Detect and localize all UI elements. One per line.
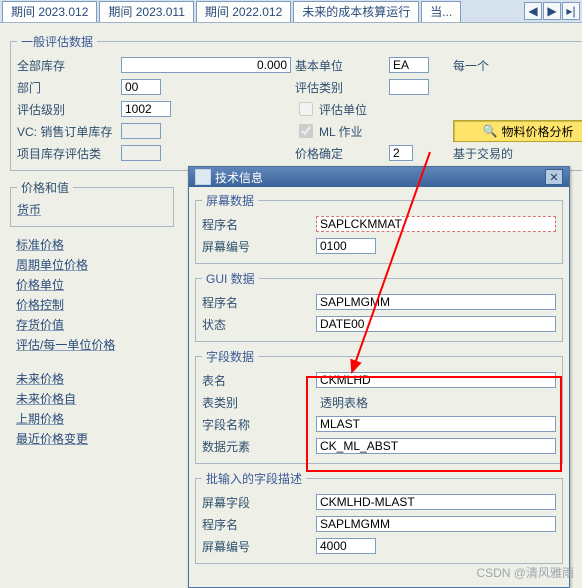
price-analysis-label: 物料价格分析 (501, 123, 573, 140)
gui-data-legend: GUI 数据 (202, 270, 259, 287)
g2-stat-input[interactable] (316, 316, 556, 332)
g3-fname-input[interactable] (316, 416, 556, 432)
price-det-label: 价格确定 (295, 145, 385, 162)
tab-period-2023-11[interactable]: 期间 2023.011 (99, 1, 194, 22)
tech-info-dialog: 技术信息 ✕ 屏幕数据 程序名 屏幕编号 GUI 数据 程序名 状态 (188, 166, 570, 588)
val-class-label: 评估级别 (17, 101, 117, 118)
g2-stat-label: 状态 (202, 316, 312, 333)
base-unit-label: 基本单位 (295, 57, 385, 74)
g1-scr-label: 屏幕编号 (202, 238, 312, 255)
tab-current[interactable]: 当... (421, 1, 461, 22)
gui-data-group: GUI 数据 程序名 状态 (195, 270, 563, 342)
dialog-titlebar[interactable]: 技术信息 ✕ (189, 167, 569, 187)
base-unit-input[interactable] (389, 57, 429, 73)
screen-data-group: 屏幕数据 程序名 屏幕编号 (195, 192, 563, 264)
val-cat-input[interactable] (389, 79, 429, 95)
tab-period-2023-12[interactable]: 期间 2023.012 (2, 1, 97, 22)
g4-sf-label: 屏幕字段 (202, 494, 312, 511)
screen-data-legend: 屏幕数据 (202, 192, 258, 209)
g4-prog-input[interactable] (316, 516, 556, 532)
val-class-input[interactable] (121, 101, 171, 117)
val-unit-checkbox[interactable] (299, 102, 313, 116)
price-det-desc: 基于交易的 (453, 145, 582, 162)
link-currency[interactable]: 货币 (17, 200, 167, 220)
g4-sf-input[interactable] (316, 494, 556, 510)
g3-de-label: 数据元素 (202, 438, 312, 455)
tab-scroll-end-icon[interactable]: ▸| (562, 2, 580, 20)
total-stock-input[interactable] (121, 57, 291, 73)
g3-de-input[interactable] (316, 438, 556, 454)
total-stock-label: 全部库存 (17, 57, 117, 74)
g4-prog-label: 程序名 (202, 516, 312, 533)
g1-scr-input[interactable] (316, 238, 376, 254)
tab-future-costing[interactable]: 未来的成本核算运行 (293, 1, 419, 22)
g3-tcat-value: 透明表格 (316, 394, 556, 411)
batch-input-legend: 批输入的字段描述 (202, 470, 306, 487)
tab-period-2022-12[interactable]: 期间 2022.012 (196, 1, 291, 22)
price-analysis-button[interactable]: 🔍 物料价格分析 (453, 120, 582, 142)
price-group-legend: 价格和值 (17, 179, 73, 196)
g2-prog-label: 程序名 (202, 294, 312, 311)
tab-scroll-left-icon[interactable]: ◀ (524, 2, 542, 20)
proj-input (121, 145, 161, 161)
g4-scr-label: 屏幕编号 (202, 538, 312, 555)
g1-prog-input[interactable] (316, 216, 556, 232)
close-icon[interactable]: ✕ (545, 169, 563, 185)
tab-scroll-right-icon[interactable]: ▶ (543, 2, 561, 20)
general-valuation-legend: 一般评估数据 (17, 33, 97, 50)
g3-fname-label: 字段名称 (202, 416, 312, 433)
field-data-legend: 字段数据 (202, 348, 258, 365)
general-valuation-group: 一般评估数据 全部库存 基本单位 每一个 部门 评估类别 评估级别 评估单位 (10, 33, 582, 171)
g3-tcat-label: 表类别 (202, 394, 312, 411)
vc-label: VC: 销售订单库存 (17, 123, 117, 140)
val-unit-chk-label: 评估单位 (319, 101, 367, 118)
g1-prog-label: 程序名 (202, 216, 312, 233)
doc-icon (195, 169, 211, 185)
tab-bar: 期间 2023.012 期间 2023.011 期间 2022.012 未来的成… (0, 0, 582, 23)
price-det-input[interactable] (389, 145, 413, 161)
dept-input[interactable] (121, 79, 161, 95)
val-cat-label: 评估类别 (295, 79, 385, 96)
base-unit-desc: 每一个 (453, 57, 582, 74)
search-icon: 🔍 (483, 124, 498, 138)
proj-label: 项目库存评估类 (17, 145, 117, 162)
g2-prog-input[interactable] (316, 294, 556, 310)
vc-input (121, 123, 161, 139)
watermark: CSDN @清风雅雨 (476, 564, 574, 581)
ml-checkbox (299, 124, 313, 138)
dept-label: 部门 (17, 79, 117, 96)
g3-tab-input[interactable] (316, 372, 556, 388)
g4-scr-input[interactable] (316, 538, 376, 554)
dialog-title: 技术信息 (215, 169, 263, 186)
ml-chk-label: ML 作业 (319, 123, 363, 140)
field-data-group: 字段数据 表名 表类别 透明表格 字段名称 数据元素 (195, 348, 563, 464)
batch-input-group: 批输入的字段描述 屏幕字段 程序名 屏幕编号 (195, 470, 563, 564)
g3-tab-label: 表名 (202, 372, 312, 389)
